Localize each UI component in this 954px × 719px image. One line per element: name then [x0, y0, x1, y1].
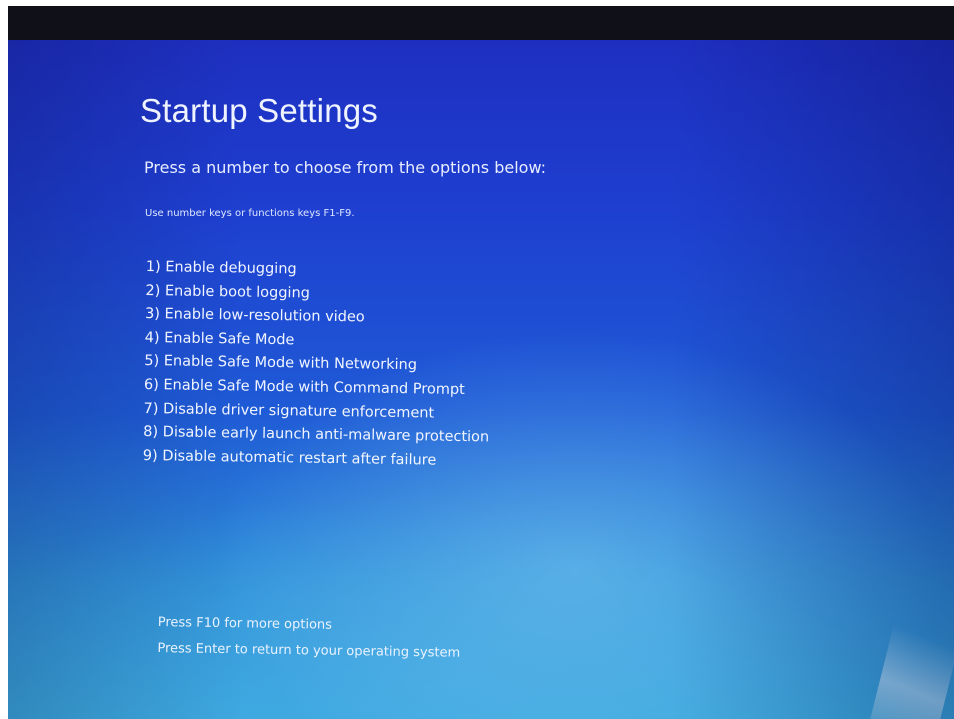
page-title: Startup Settings	[140, 92, 379, 129]
photo: Startup Settings Press a number to choos…	[0, 0, 954, 719]
screen-content: Startup Settings Press a number to choos…	[8, 40, 954, 719]
instructions-text: Press a number to choose from the option…	[144, 158, 547, 177]
keys-hint-text: Use number keys or functions keys F1-F9.	[145, 208, 355, 219]
footer-actions: Press F10 for more options Press Enter t…	[157, 610, 461, 667]
startup-options-list: 1) Enable debugging 2) Enable boot loggi…	[143, 256, 492, 474]
startup-settings-screen: Startup Settings Press a number to choos…	[8, 40, 954, 719]
return-to-os-link[interactable]: Press Enter to return to your operating …	[157, 636, 460, 667]
